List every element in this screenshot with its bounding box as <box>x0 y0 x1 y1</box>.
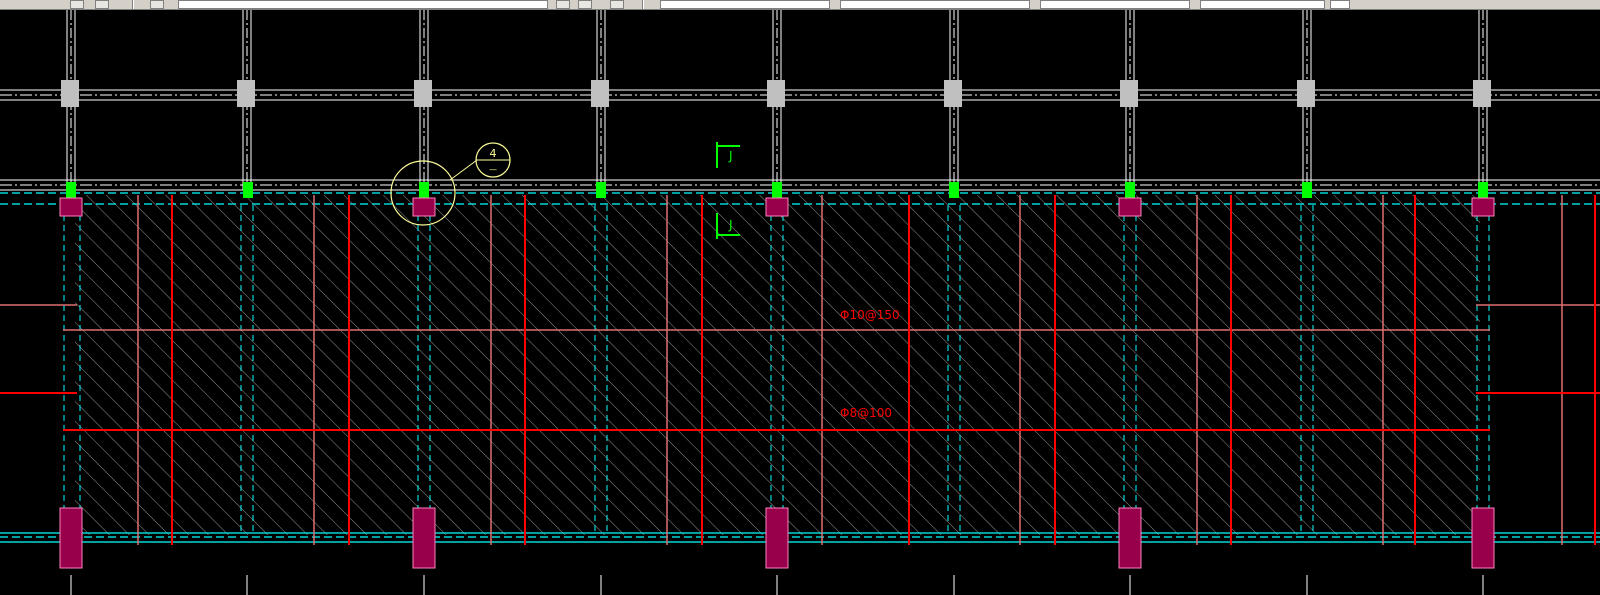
layer-combo[interactable] <box>178 0 548 9</box>
toolbar <box>0 0 1600 10</box>
column-tops <box>61 80 1491 107</box>
toolbar-separator <box>642 0 644 9</box>
axis-ticks-bottom <box>70 575 1484 595</box>
layer-match-icon[interactable] <box>578 0 592 9</box>
slab-hatch <box>75 195 1480 535</box>
linetype-combo[interactable] <box>840 0 1030 9</box>
detail-callout-sheet: — <box>489 165 497 174</box>
print-icon[interactable] <box>95 0 109 9</box>
plotstyle-combo[interactable] <box>1200 0 1325 9</box>
detail-callout-number: 4 <box>490 147 497 160</box>
drawing-canvas[interactable]: 4 — J J Φ10@150 Φ8@100 <box>0 10 1600 595</box>
layer-tools-icon[interactable] <box>610 0 624 9</box>
toolbar-separator <box>132 0 134 9</box>
section-mark-top-label: J <box>728 149 733 163</box>
rebar-top-label[interactable]: Φ10@150 <box>840 308 900 322</box>
rebar-bottom-label[interactable]: Φ8@100 <box>840 406 892 420</box>
section-mark-bottom-label: J <box>728 218 733 232</box>
cad-window: 4 — J J Φ10@150 Φ8@100 <box>0 0 1600 595</box>
layer-previous-icon[interactable] <box>556 0 570 9</box>
plotstyle-combo-arrow[interactable] <box>1330 0 1350 9</box>
color-combo[interactable] <box>660 0 830 9</box>
layer-state-icon[interactable] <box>150 0 164 9</box>
layer-icon[interactable] <box>70 0 84 9</box>
lineweight-combo[interactable] <box>1040 0 1190 9</box>
